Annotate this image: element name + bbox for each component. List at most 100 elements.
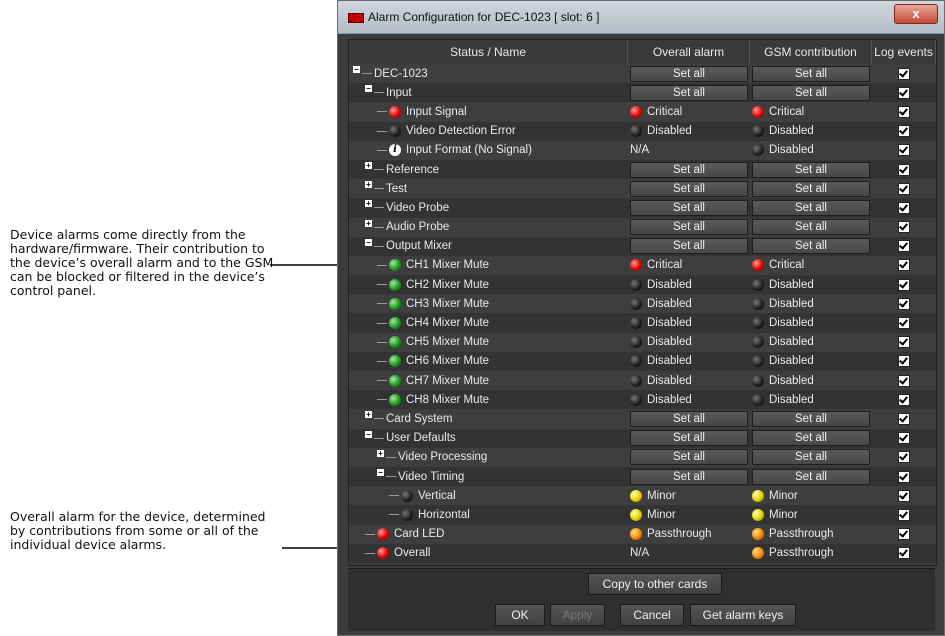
log-events-checkbox[interactable] [898, 125, 910, 138]
table-row[interactable]: − Output Mixer Set all Set all [349, 236, 936, 256]
alarm-level-text[interactable]: Disabled [769, 375, 814, 387]
log-events-checkbox[interactable] [898, 86, 910, 99]
yellow-led-icon[interactable] [630, 489, 642, 502]
table-row[interactable]: Overall N/A Passthrough [349, 543, 936, 563]
alarm-level-text[interactable]: Disabled [647, 394, 692, 406]
red-led-icon[interactable] [752, 105, 764, 118]
set-all-button[interactable]: Set all [630, 238, 748, 255]
black-led-icon[interactable] [630, 374, 642, 387]
black-led-icon[interactable] [752, 125, 764, 138]
log-events-checkbox[interactable] [898, 355, 910, 368]
alarm-level-text[interactable]: Disabled [769, 317, 814, 329]
alarm-level-text[interactable]: Passthrough [769, 528, 834, 540]
orange-led-icon[interactable] [630, 528, 642, 541]
set-all-button[interactable]: Set all [752, 65, 870, 82]
alarm-level-text[interactable]: Disabled [647, 125, 692, 137]
set-all-button[interactable]: Set all [630, 199, 748, 216]
set-all-button[interactable]: Set all [752, 430, 870, 447]
alarm-level-text[interactable]: Critical [769, 106, 804, 118]
alarm-level-text[interactable]: Disabled [769, 394, 814, 406]
yellow-led-icon[interactable] [630, 508, 642, 521]
alarm-level-text[interactable]: N/A [630, 144, 649, 156]
log-events-checkbox[interactable] [898, 451, 910, 464]
set-all-button[interactable]: Set all [630, 65, 748, 82]
collapse-icon[interactable]: − [377, 469, 384, 477]
red-led-icon[interactable] [630, 259, 642, 272]
black-led-icon[interactable] [630, 355, 642, 368]
black-led-icon[interactable] [630, 317, 642, 330]
alarm-level-text[interactable]: Disabled [647, 355, 692, 367]
log-events-checkbox[interactable] [898, 374, 910, 387]
log-events-checkbox[interactable] [898, 336, 910, 349]
title-bar[interactable]: Alarm Configuration for DEC-1023 [ slot:… [338, 1, 944, 34]
log-events-checkbox[interactable] [898, 240, 910, 253]
expand-icon[interactable]: + [365, 162, 372, 170]
alarm-level-text[interactable]: N/A [630, 547, 649, 559]
get-alarm-keys-button[interactable]: Get alarm keys [690, 604, 796, 626]
table-row[interactable]: + Video Probe Set all Set all [349, 198, 936, 218]
header-status-name[interactable]: Status / Name [349, 40, 628, 64]
table-row[interactable]: + Test Set all Set all [349, 179, 936, 199]
log-events-checkbox[interactable] [898, 144, 910, 157]
log-events-checkbox[interactable] [898, 182, 910, 195]
set-all-button[interactable]: Set all [752, 410, 870, 427]
alarm-level-text[interactable]: Minor [647, 509, 676, 521]
collapse-icon[interactable]: − [365, 238, 372, 246]
alarm-level-text[interactable]: Disabled [769, 279, 814, 291]
alarm-level-text[interactable]: Disabled [769, 355, 814, 367]
log-events-checkbox[interactable] [898, 201, 910, 214]
alarm-level-text[interactable]: Disabled [647, 375, 692, 387]
table-row[interactable]: CH2 Mixer Mute Disabled Disabled [349, 275, 936, 295]
set-all-button[interactable]: Set all [630, 410, 748, 427]
alarm-level-text[interactable]: Disabled [647, 336, 692, 348]
log-events-checkbox[interactable] [898, 259, 910, 272]
table-row[interactable]: CH3 Mixer Mute Disabled Disabled [349, 294, 936, 314]
black-led-icon[interactable] [752, 278, 764, 291]
yellow-led-icon[interactable] [752, 508, 764, 521]
set-all-button[interactable]: Set all [752, 161, 870, 178]
log-events-checkbox[interactable] [898, 317, 910, 330]
header-log-events[interactable]: Log events [872, 40, 936, 64]
table-row[interactable]: + Reference Set all Set all [349, 159, 936, 180]
table-row[interactable]: + Card System Set all Set all [349, 409, 936, 429]
set-all-button[interactable]: Set all [630, 161, 748, 178]
collapse-icon[interactable]: − [365, 85, 372, 93]
close-button[interactable]: x [894, 4, 938, 24]
table-row[interactable]: Horizontal Minor Minor [349, 505, 936, 525]
set-all-button[interactable]: Set all [630, 449, 748, 466]
set-all-button[interactable]: Set all [752, 219, 870, 236]
header-gsm-contribution[interactable]: GSM contribution [750, 40, 872, 64]
log-events-checkbox[interactable] [898, 470, 910, 483]
log-events-checkbox[interactable] [898, 412, 910, 425]
cancel-button[interactable]: Cancel [620, 604, 684, 626]
red-led-icon[interactable] [630, 105, 642, 118]
set-all-button[interactable]: Set all [752, 84, 870, 101]
set-all-button[interactable]: Set all [752, 468, 870, 485]
header-overall-alarm[interactable]: Overall alarm [628, 40, 750, 64]
set-all-button[interactable]: Set all [630, 468, 748, 485]
table-row[interactable]: CH4 Mixer Mute Disabled Disabled [349, 313, 936, 333]
alarm-level-text[interactable]: Disabled [647, 317, 692, 329]
expand-icon[interactable]: + [365, 200, 372, 208]
table-row[interactable]: − User Defaults Set all Set all [349, 428, 936, 448]
alarm-level-text[interactable]: Minor [769, 490, 798, 502]
alarm-level-text[interactable]: Disabled [769, 336, 814, 348]
table-row[interactable]: Vertical Minor Minor [349, 486, 936, 506]
alarm-level-text[interactable]: Critical [769, 259, 804, 271]
table-row[interactable]: Input Signal Critical Critical [349, 102, 936, 122]
alarm-level-text[interactable]: Disabled [647, 279, 692, 291]
table-row[interactable]: i Input Format (No Signal) N/A Disabled [349, 140, 936, 160]
alarm-level-text[interactable]: Minor [647, 490, 676, 502]
expand-icon[interactable]: + [365, 411, 372, 419]
expand-icon[interactable]: + [365, 219, 372, 227]
log-events-checkbox[interactable] [898, 297, 910, 310]
black-led-icon[interactable] [630, 125, 642, 138]
table-row[interactable]: + Audio Probe Set all Set all [349, 217, 936, 237]
table-row[interactable]: − Video Timing Set all Set all [349, 466, 936, 487]
collapse-icon[interactable]: − [353, 66, 360, 74]
yellow-led-icon[interactable] [752, 489, 764, 502]
orange-led-icon[interactable] [752, 528, 764, 541]
set-all-button[interactable]: Set all [630, 84, 748, 101]
expand-icon[interactable]: + [365, 181, 372, 189]
table-row[interactable]: CH5 Mixer Mute Disabled Disabled [349, 332, 936, 352]
